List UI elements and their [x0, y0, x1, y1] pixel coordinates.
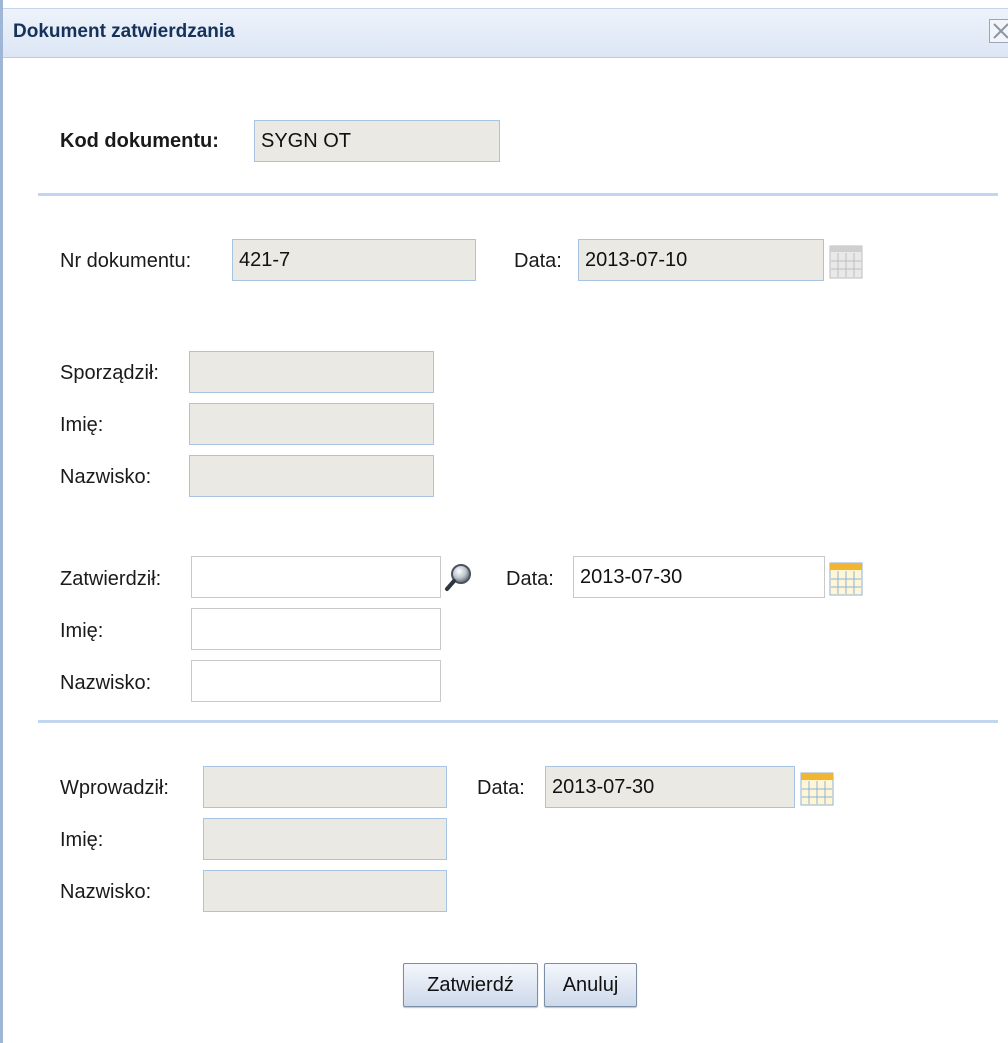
- calendar-icon[interactable]: [829, 562, 863, 596]
- document-number-field[interactable]: [232, 239, 476, 281]
- confirm-button[interactable]: Zatwierdź: [403, 963, 538, 1007]
- approved-first-name-field[interactable]: [191, 608, 441, 650]
- entered-by-label: Wprowadził:: [60, 777, 169, 799]
- prepared-by-field[interactable]: [189, 351, 434, 393]
- approved-date-label: Data:: [506, 568, 554, 590]
- entered-first-name-field[interactable]: [203, 818, 447, 860]
- approved-date-field[interactable]: [573, 556, 825, 598]
- approved-by-label: Zatwierdził:: [60, 568, 162, 590]
- entered-last-name-label: Nazwisko:: [60, 881, 152, 903]
- document-date-label: Data:: [514, 250, 562, 272]
- entered-date-label: Data:: [477, 777, 525, 799]
- separator: [38, 193, 998, 196]
- dialog-titlebar: Dokument zatwierdzania: [3, 8, 1008, 58]
- document-code-field[interactable]: [254, 120, 500, 162]
- close-icon[interactable]: [989, 19, 1008, 43]
- magnifier-icon[interactable]: [444, 562, 474, 592]
- entered-first-name-label: Imię:: [60, 829, 104, 851]
- calendar-icon[interactable]: [800, 772, 834, 806]
- document-number-label: Nr dokumentu:: [60, 250, 192, 272]
- cancel-button[interactable]: Anuluj: [544, 963, 637, 1007]
- approval-dialog: Dokument zatwierdzania Kod dokumentu: Nr…: [0, 0, 1008, 1043]
- document-date-field[interactable]: [578, 239, 824, 281]
- prepared-first-name-field[interactable]: [189, 403, 434, 445]
- approved-last-name-label: Nazwisko:: [60, 672, 152, 694]
- prepared-last-name-label: Nazwisko:: [60, 466, 152, 488]
- document-code-label: Kod dokumentu:: [60, 130, 219, 152]
- separator: [38, 720, 998, 723]
- prepared-last-name-field[interactable]: [189, 455, 434, 497]
- approved-by-field[interactable]: [191, 556, 441, 598]
- approved-first-name-label: Imię:: [60, 620, 104, 642]
- prepared-by-label: Sporządził:: [60, 362, 159, 384]
- approved-last-name-field[interactable]: [191, 660, 441, 702]
- entered-by-field[interactable]: [203, 766, 447, 808]
- prepared-first-name-label: Imię:: [60, 414, 104, 436]
- dialog-title: Dokument zatwierdzania: [13, 21, 235, 42]
- calendar-icon: [829, 245, 863, 279]
- entered-last-name-field[interactable]: [203, 870, 447, 912]
- entered-date-field[interactable]: [545, 766, 795, 808]
